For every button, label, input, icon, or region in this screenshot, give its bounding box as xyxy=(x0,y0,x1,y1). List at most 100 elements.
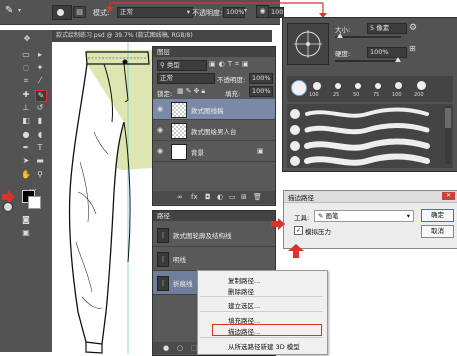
layer-opacity-input[interactable]: 100% xyxy=(249,73,273,84)
pen-tool-icon[interactable]: ✒ xyxy=(21,143,31,153)
stroke-path-icon[interactable]: ○ xyxy=(177,342,183,354)
dialog-title: 描边路径 xyxy=(288,194,314,202)
gradient-tool-icon[interactable]: ▮ xyxy=(35,116,45,126)
swap-colors-icon[interactable] xyxy=(3,202,13,212)
eye-icon[interactable]: ◉ xyxy=(157,126,165,134)
simulate-pressure-label: 模拟压力 xyxy=(305,228,331,236)
dialog-callout-arrow xyxy=(271,218,285,230)
dropdown-arrow-icon[interactable]: ▾ xyxy=(18,7,21,14)
slider-thumb[interactable] xyxy=(337,33,343,38)
screen-mode-icon[interactable]: ▣ xyxy=(21,228,31,238)
canvas[interactable] xyxy=(52,42,157,354)
zoom-tool-icon[interactable]: ⚲ xyxy=(35,170,45,180)
preset-size-label: 25 xyxy=(333,92,340,98)
menu-item-duplicate-path[interactable]: 复制路径... xyxy=(228,275,260,285)
path-name: 款式图轮廓及结构线 xyxy=(173,232,232,240)
quick-select-icon[interactable]: ✦ xyxy=(35,63,45,73)
dialog-titlebar[interactable]: 描边路径 ✕ xyxy=(284,191,457,203)
history-brush-icon[interactable]: ↺ xyxy=(35,103,45,113)
paths-panel-header[interactable]: 路径 xyxy=(153,211,275,221)
adjustment-icon[interactable]: ◐ xyxy=(217,191,223,204)
brush-tip-preset[interactable] xyxy=(291,80,307,96)
background-color-swatch[interactable] xyxy=(28,196,41,209)
clone-stamp-icon[interactable]: ⊥ xyxy=(21,103,31,113)
eye-icon[interactable]: ◉ xyxy=(157,105,165,113)
menu-separator xyxy=(200,296,323,297)
layer-row[interactable]: ◉ 背景 ▣ xyxy=(153,141,275,162)
brush-tip-preset[interactable] xyxy=(313,82,321,90)
brush-tip-preset[interactable] xyxy=(395,82,402,89)
ok-button[interactable]: 确定 xyxy=(421,209,454,222)
brush-tool-icon: ✎ xyxy=(318,212,324,220)
layer-name: 款式图绘男人台 xyxy=(191,128,237,136)
menu-item-make-selection[interactable]: 建立选区... xyxy=(228,300,260,310)
brush-tip-preset[interactable] xyxy=(375,83,381,89)
brush-tool-icon[interactable]: ✎ xyxy=(5,5,17,17)
tool-label: 工具: xyxy=(294,214,310,222)
preset-size-label: 200 xyxy=(414,92,424,98)
stroke-path-dialog: 描边路径 ✕ 工具: ✎ 画笔 ▾ ✓ 模拟压力 确定 取消 xyxy=(283,190,457,249)
new-preset-icon[interactable]: ⊞ xyxy=(409,44,416,53)
hardness-input[interactable]: 100% xyxy=(367,47,407,58)
path-row[interactable]: ⁝ 款式图轮廓及结构线 xyxy=(153,223,275,247)
menu-item-delete-path[interactable]: 删除路径 xyxy=(228,286,254,296)
new-layer-icon[interactable]: ⊞ xyxy=(241,191,247,204)
shape-tool-icon[interactable]: ▬ xyxy=(35,156,45,166)
folder-icon[interactable]: ▭ xyxy=(229,191,236,204)
paths-panel-title: 路径 xyxy=(157,212,170,220)
move-sub-icon[interactable]: ▸ xyxy=(35,50,45,60)
path-select-icon[interactable]: ➤ xyxy=(21,156,31,166)
fx-icon[interactable]: fx xyxy=(191,191,198,204)
eyedropper-tool-icon[interactable]: ⁄ xyxy=(35,76,45,86)
layer-kind-filter[interactable]: ⚲ 类型 xyxy=(157,60,207,71)
lock-icon: ▣ xyxy=(257,147,264,155)
menu-item-new-3d-from-path[interactable]: 从所选路径新建 3D 模型 xyxy=(228,341,300,351)
lock-label: 锁定: xyxy=(157,90,173,98)
move-tool-icon[interactable]: ✥ xyxy=(22,34,32,44)
mask-icon[interactable]: ◘ xyxy=(205,191,211,204)
garment-sketch xyxy=(52,42,157,354)
hand-tool-icon[interactable]: ✋ xyxy=(21,170,31,180)
brush-tip-preset[interactable] xyxy=(417,81,426,90)
document-tab[interactable]: 款式绘制练习.psd @ 39.7% (款式图线稿, RGB/8) xyxy=(52,30,272,42)
layers-panel-header[interactable]: 图层 xyxy=(153,47,275,57)
crop-tool-icon[interactable]: ⌗ xyxy=(21,76,31,86)
layer-name: 款式图线稿 xyxy=(191,107,224,115)
healing-tool-icon[interactable]: ✚ xyxy=(21,90,31,100)
brush-tool-icon[interactable]: ✎ xyxy=(35,90,47,102)
link-icon[interactable]: ∞ xyxy=(177,191,183,204)
path-thumbnail-icon: ⁝ xyxy=(157,276,169,291)
lock-icons[interactable]: ▦✎✥🔒︎ xyxy=(177,87,207,96)
dodge-tool-icon[interactable]: ◖ xyxy=(35,130,45,140)
brush-tip-preset[interactable] xyxy=(355,83,361,89)
path-row[interactable]: ⁝ 明线 xyxy=(153,247,275,271)
layer-row[interactable]: ◉ 款式图绘男人台 xyxy=(153,120,275,141)
preset-size-label: 100 xyxy=(309,92,319,98)
eye-icon[interactable]: ◉ xyxy=(157,147,165,155)
size-input[interactable]: 5 像素 xyxy=(367,23,407,34)
blend-mode-select[interactable]: 正常 xyxy=(157,73,215,84)
blur-tool-icon[interactable]: ● xyxy=(21,130,31,140)
brush-angle-preview[interactable] xyxy=(287,23,329,65)
quick-mask-icon[interactable]: ◙ xyxy=(21,215,31,225)
trash-icon[interactable]: 🗑︎ xyxy=(253,191,262,204)
brush-tip-preset[interactable] xyxy=(335,83,341,89)
filter-icons[interactable]: ▣◐T⌗▣ xyxy=(209,60,252,69)
lasso-tool-icon[interactable]: ◌ xyxy=(21,63,31,73)
menu-item-stroke-path[interactable]: 描边路径... xyxy=(228,326,260,336)
fill-path-icon[interactable]: ● xyxy=(163,342,169,354)
gear-icon[interactable]: ⚙ xyxy=(409,23,417,33)
layer-row[interactable]: ◉ 款式图线稿 xyxy=(153,99,275,120)
simulate-pressure-checkbox[interactable]: ✓ xyxy=(294,226,303,235)
tool-select[interactable]: ✎ 画笔 ▾ xyxy=(314,210,414,222)
hardness-slider[interactable] xyxy=(335,57,401,62)
slider-thumb[interactable] xyxy=(395,57,401,62)
eraser-tool-icon[interactable]: ◧ xyxy=(21,116,31,126)
hardness-value: 100% xyxy=(370,48,389,56)
marquee-tool-icon[interactable]: ▭ xyxy=(21,50,31,60)
close-icon[interactable]: ✕ xyxy=(442,192,455,200)
type-tool-icon[interactable]: T xyxy=(35,143,45,153)
size-slider[interactable] xyxy=(335,33,401,38)
cancel-button[interactable]: 取消 xyxy=(421,225,454,238)
fill-input[interactable]: 100% xyxy=(249,86,273,97)
